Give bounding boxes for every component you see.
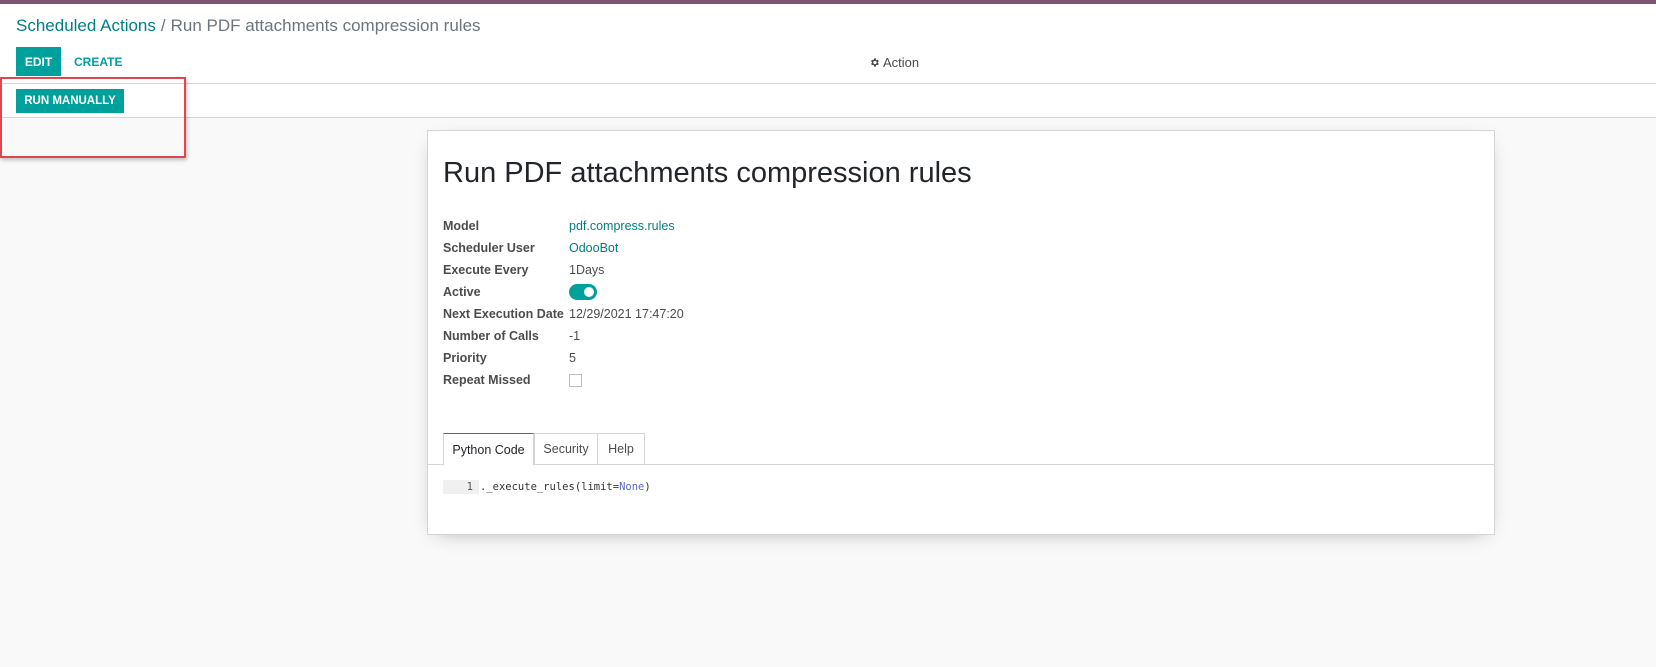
repeat-missed-checkbox[interactable] — [569, 373, 582, 387]
action-menu-label: Action — [883, 54, 920, 70]
field-label: Active — [443, 285, 481, 299]
tab-help[interactable]: Help — [597, 433, 645, 465]
field-repeat-missed: Repeat Missed — [443, 369, 582, 391]
highlight-annotation-box — [0, 77, 186, 158]
field-label: Number of Calls — [443, 329, 539, 343]
active-toggle[interactable] — [569, 284, 597, 300]
priority-value: 5 — [569, 351, 576, 365]
field-scheduler-user: Scheduler User OdooBot — [443, 237, 618, 259]
statusbar: RUN MANUALLY — [0, 84, 1656, 118]
scheduler-user-link[interactable]: OdooBot — [569, 241, 618, 255]
code-editor-line[interactable]: 1 ._execute_rules(limit=None) — [443, 479, 651, 495]
model-link[interactable]: pdf.compress.rules — [569, 219, 675, 233]
breadcrumb-scheduled-actions-link[interactable]: Scheduled Actions — [16, 16, 156, 35]
record-title: Run PDF attachments compression rules — [443, 157, 972, 189]
control-panel: Scheduled Actions / Run PDF attachments co… — [0, 4, 1656, 84]
notebook-tabs: Python Code Security Help — [428, 433, 1494, 466]
field-label: Execute Every — [443, 263, 529, 277]
field-label: Scheduler User — [443, 241, 535, 255]
field-priority: Priority 5 — [443, 347, 576, 369]
toggle-knob — [584, 287, 594, 297]
code-suffix: ) — [644, 481, 651, 493]
create-button[interactable]: CREATE — [66, 47, 130, 76]
field-label: Repeat Missed — [443, 373, 531, 387]
tab-python-code[interactable]: Python Code — [443, 433, 534, 466]
field-label: Model — [443, 219, 480, 233]
field-number-of-calls: Number of Calls -1 — [443, 325, 580, 347]
action-menu-button[interactable]: Action — [869, 52, 919, 72]
field-label: Next Execution Date — [443, 307, 564, 321]
code-prefix: ._execute_rules(limit= — [480, 481, 620, 493]
line-number: 1 — [443, 480, 479, 494]
field-active: Active — [443, 281, 597, 303]
gear-icon — [871, 57, 879, 67]
breadcrumb-separator: / — [160, 16, 166, 35]
tab-security[interactable]: Security — [534, 433, 598, 465]
field-label: Priority — [443, 351, 487, 365]
code-keyword: None — [619, 481, 645, 493]
execute-every-value: 1Days — [569, 263, 605, 277]
edit-button[interactable]: EDIT — [16, 47, 61, 76]
field-execute-every: Execute Every 1Days — [443, 259, 604, 281]
code-text: ._execute_rules(limit=None) — [479, 481, 651, 493]
breadcrumb: Scheduled Actions / Run PDF attachments co… — [16, 16, 481, 36]
next-execution-date-value: 12/29/2021 17:47:20 — [569, 307, 684, 321]
number-of-calls-value: -1 — [569, 329, 581, 343]
field-next-execution-date: Next Execution Date 12/29/2021 17:47:20 — [443, 303, 684, 325]
field-model: Model pdf.compress.rules — [443, 215, 675, 237]
form-sheet: Run PDF attachments compression rules Mo… — [427, 130, 1495, 535]
breadcrumb-current: Run PDF attachments compression rules — [170, 16, 481, 35]
